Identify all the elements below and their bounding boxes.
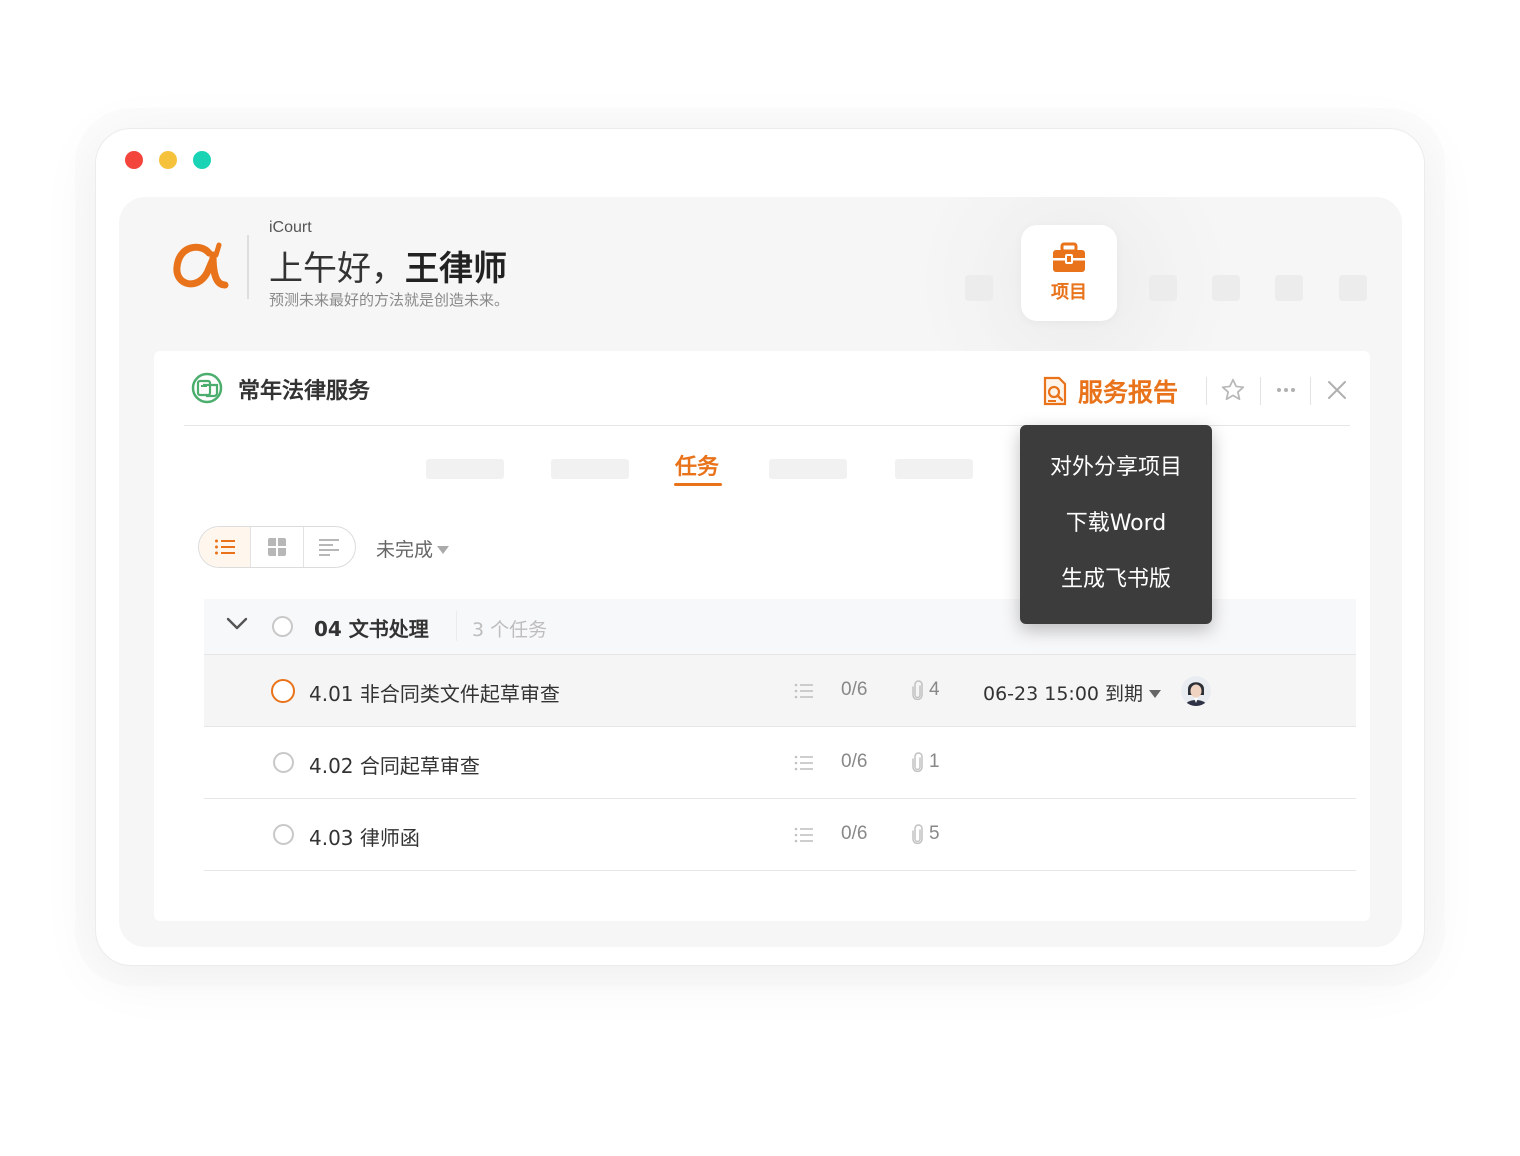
briefcase-icon <box>1053 242 1085 272</box>
task-title[interactable]: 4.01 非合同类文件起草审查 <box>309 678 560 707</box>
task-row[interactable]: 4.02 合同起草审查 0/6 1 <box>204 727 1356 799</box>
paperclip-icon <box>912 824 923 844</box>
subtask-icon <box>794 827 813 843</box>
service-report-button[interactable]: 服务报告 <box>1042 373 1178 409</box>
motto: 预测未来最好的方法就是创造未来。 <box>269 291 510 309</box>
subtask-count: 0/6 <box>841 751 868 772</box>
project-title: 常年法律服务 <box>238 379 371 404</box>
header-separator <box>1310 377 1311 405</box>
star-icon[interactable] <box>1218 375 1248 405</box>
tab-placeholder[interactable] <box>426 459 504 479</box>
nav-placeholder[interactable] <box>1149 275 1177 301</box>
report-dropdown-menu: 对外分享项目 下载Word 生成飞书版 <box>1020 425 1212 624</box>
list-view-icon <box>214 539 235 555</box>
greeting-prefix: 上午好， <box>269 249 405 289</box>
report-icon <box>1043 376 1067 406</box>
menu-item-share-project[interactable]: 对外分享项目 <box>1020 449 1212 505</box>
chevron-down-icon[interactable] <box>226 617 248 631</box>
close-icon[interactable] <box>1322 375 1352 405</box>
paperclip-icon <box>912 680 923 700</box>
view-switcher <box>198 526 356 568</box>
caret-down-icon <box>437 545 450 554</box>
board-view-button[interactable] <box>251 527 304 567</box>
subtask-count: 0/6 <box>841 823 868 844</box>
outline-view-icon <box>319 539 340 556</box>
paperclip-icon <box>912 752 923 772</box>
outline-view-button[interactable] <box>304 527 355 567</box>
header-separator <box>1206 377 1207 405</box>
attachment-count: 4 <box>929 679 940 700</box>
icourt-logo-icon <box>173 242 229 289</box>
service-report-label: 服务报告 <box>1078 378 1179 407</box>
list-view-button[interactable] <box>199 527 252 567</box>
caret-down-icon <box>1149 689 1162 698</box>
nav-placeholder[interactable] <box>1275 275 1303 301</box>
nav-placeholder[interactable] <box>965 275 993 301</box>
brand-name: iCourt <box>269 219 312 236</box>
attachment-count: 1 <box>929 751 940 772</box>
window-minimize-button[interactable] <box>159 151 177 169</box>
active-tab-indicator <box>674 483 722 486</box>
menu-item-download-word[interactable]: 下载Word <box>1020 505 1212 561</box>
tab-placeholder[interactable] <box>551 459 629 479</box>
task-complete-checkbox[interactable] <box>273 824 294 845</box>
header-divider <box>247 235 249 299</box>
task-title[interactable]: 4.02 合同起草审查 <box>309 750 480 779</box>
task-row[interactable]: 4.03 律师函 0/6 5 <box>204 799 1356 871</box>
board-view-icon <box>267 538 286 556</box>
status-filter-label: 未完成 <box>376 539 434 561</box>
tab-placeholder[interactable] <box>895 459 973 479</box>
task-group-count: 3 个任务 <box>472 619 548 641</box>
task-complete-checkbox[interactable] <box>271 679 295 703</box>
project-nav-button[interactable]: 项目 <box>1021 225 1117 321</box>
window-close-button[interactable] <box>125 151 143 169</box>
subtask-icon <box>794 755 813 771</box>
attachment-count: 5 <box>929 823 940 844</box>
user-name: 王律师 <box>405 249 507 289</box>
header-separator <box>1260 377 1261 405</box>
window-controls <box>125 151 211 169</box>
legal-service-icon <box>191 372 223 404</box>
subtask-count: 0/6 <box>841 679 868 700</box>
nav-placeholder[interactable] <box>1339 275 1367 301</box>
greeting: 上午好，王律师 <box>269 241 507 290</box>
more-icon[interactable] <box>1271 375 1301 405</box>
tab-tasks[interactable]: 任务 <box>675 449 719 481</box>
tab-placeholder[interactable] <box>769 459 847 479</box>
group-complete-checkbox[interactable] <box>272 616 293 637</box>
task-row[interactable]: 4.01 非合同类文件起草审查 0/6 4 06-23 15:00 到期 <box>204 655 1356 727</box>
task-group-name: 04 文书处理 <box>314 617 429 641</box>
subtask-icon <box>794 683 813 699</box>
window-maximize-button[interactable] <box>193 151 211 169</box>
due-date-dropdown[interactable]: 06-23 15:00 到期 <box>983 679 1162 706</box>
group-divider <box>456 611 457 641</box>
task-title[interactable]: 4.03 律师函 <box>309 822 420 851</box>
app-window: iCourt 上午好，王律师 预测未来最好的方法就是创造未来。 项目 常年法律服… <box>95 128 1425 966</box>
task-complete-checkbox[interactable] <box>273 752 294 773</box>
status-filter-dropdown[interactable]: 未完成 <box>376 535 450 562</box>
menu-item-generate-feishu[interactable]: 生成飞书版 <box>1020 561 1212 617</box>
nav-placeholder[interactable] <box>1212 275 1240 301</box>
due-date-label: 06-23 15:00 到期 <box>983 683 1144 705</box>
project-nav-label: 项目 <box>1051 282 1087 303</box>
assignee-avatar[interactable] <box>1181 676 1211 706</box>
